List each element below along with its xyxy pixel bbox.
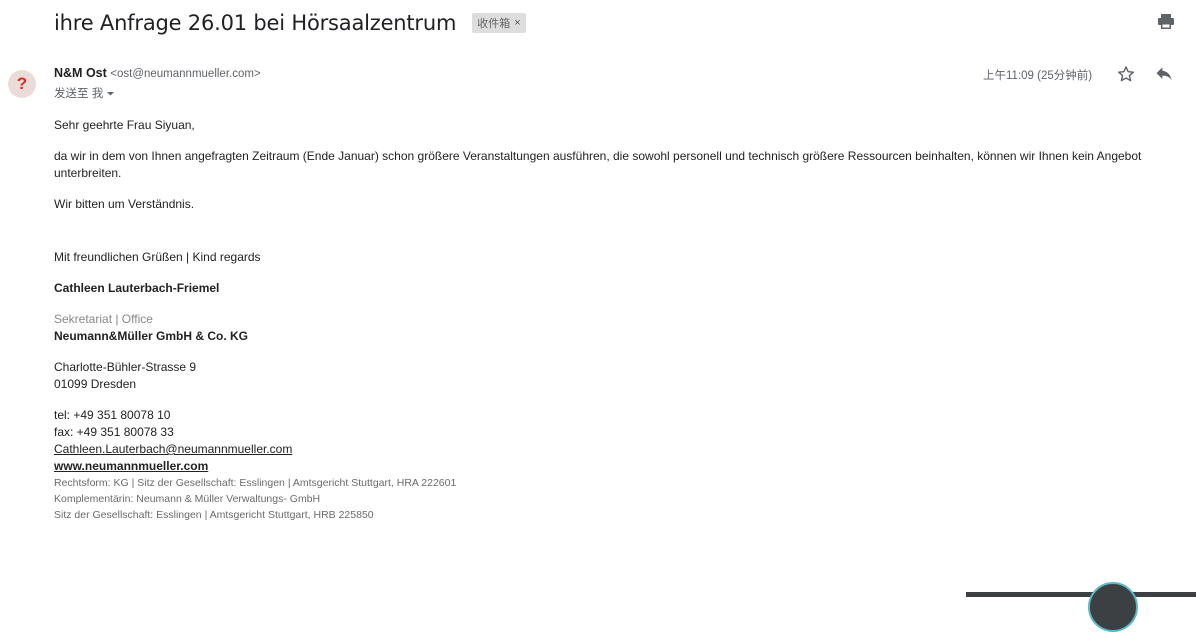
inbox-label-text: 收件箱 [477, 18, 511, 30]
caret-down-icon [107, 91, 115, 95]
sender-name[interactable]: N&M Ost [54, 66, 107, 80]
email-body: Sehr geehrte Frau Siyuan, da wir in dem … [54, 117, 1196, 523]
legal-line-1: Rechtsform: KG | Sitz der Gesellschaft: … [54, 477, 457, 489]
star-outline-icon [1117, 66, 1135, 82]
remove-label-button[interactable]: × [514, 17, 520, 29]
email-timestamp: 上午11:09 (25分钟前) [983, 70, 1093, 82]
print-button[interactable] [1157, 12, 1175, 30]
signature-email-link[interactable]: Cathleen.Lauterbach@neumannmueller.com [54, 442, 292, 456]
greeting: Sehr geehrte Frau Siyuan, [54, 118, 195, 132]
signature-website-link[interactable]: www.neumannmueller.com [54, 459, 208, 473]
signature-tel: tel: +49 351 80078 10 [54, 408, 171, 422]
legal-line-2: Komplementärin: Neumann & Müller Verwalt… [54, 493, 321, 505]
legal-line-3: Sitz der Gesellschaft: Esslingen | Amtsg… [54, 509, 374, 521]
signature-fax: fax: +49 351 80078 33 [54, 425, 174, 439]
body-paragraph-1: da wir in dem von Ihnen angefragten Zeit… [54, 149, 1142, 180]
body-paragraph-2: Wir bitten um Verständnis. [54, 197, 195, 211]
sender-email: <ost@neumannmueller.com> [110, 68, 261, 80]
signature-role: Sekretariat | Office [54, 312, 153, 326]
signature-city: 01099 Dresden [54, 377, 137, 391]
signature-company: Neumann&Müller GmbH & Co. KG [54, 329, 249, 343]
star-button[interactable] [1116, 64, 1136, 84]
sender-avatar: ? [8, 70, 36, 98]
overlay-widget-bar [966, 592, 1196, 597]
signature-street: Charlotte-Bühler-Strasse 9 [54, 360, 197, 374]
inbox-label-chip[interactable]: 收件箱 × [472, 13, 526, 33]
sender-line: N&M Ost <ost@neumannmueller.com> [54, 66, 261, 80]
overlay-widget-button[interactable] [1088, 582, 1138, 632]
signature-name: Cathleen Lauterbach-Friemel [54, 281, 220, 295]
closing-line: Mit freundlichen Grüßen | Kind regards [54, 250, 261, 264]
printer-icon [1158, 14, 1174, 29]
recipient-text: 发送至 我 [54, 88, 104, 100]
subject-row: ihre Anfrage 26.01 bei Hörsaalzentrum 收件… [54, 8, 526, 38]
reply-icon [1156, 67, 1172, 80]
email-subject: ihre Anfrage 26.01 bei Hörsaalzentrum [54, 11, 457, 35]
reply-button[interactable] [1154, 64, 1174, 84]
recipient-details-toggle[interactable]: 发送至 我 [54, 85, 115, 101]
